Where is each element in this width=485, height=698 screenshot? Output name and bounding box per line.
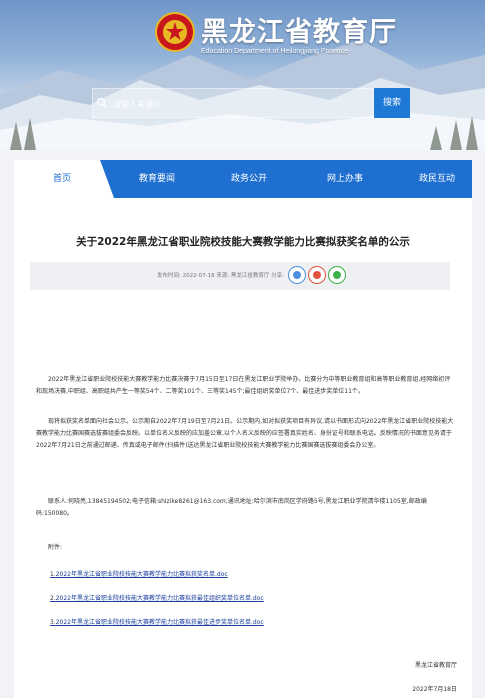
article-paragraph: 2022年黑龙江省职业院校技能大赛教学能力比赛决赛于7月15日至17日在黑龙江职… <box>36 376 451 395</box>
nav-item-gov-open[interactable]: 政务公开 <box>209 160 289 198</box>
attachment-link[interactable]: 1.2022年黑龙江省职业院校技能大赛教学能力比赛拟获奖名单.doc <box>50 569 228 578</box>
weibo-icon[interactable] <box>308 266 326 284</box>
main-nav: 首页 教育要闻 政务公开 网上办事 政民互动 <box>14 160 472 198</box>
article-paragraph: 现将拟获奖名单面向社会公示。公示期自2022年7月19日至7月21日。公示期内,… <box>36 418 454 449</box>
signature-org: 黑龙江省教育厅 <box>414 662 457 669</box>
header-banner: 黑龙江省教育厅 Education Department of Heilongj… <box>0 0 485 150</box>
search-icon <box>96 97 108 109</box>
search-box <box>92 88 374 119</box>
qq-icon[interactable] <box>288 266 306 284</box>
wechat-icon[interactable] <box>328 266 346 284</box>
nav-item-interaction[interactable]: 政民互动 <box>397 160 477 198</box>
attachment-link[interactable]: 2.2022年黑龙江省职业院校技能大赛教学能力比赛拟获最佳组织奖单位名单.doc <box>50 593 264 602</box>
nav-item-home[interactable]: 首页 <box>22 160 102 198</box>
article-paragraph: 联系人:何晓亮,13845194502;电子信箱:shizike8261@163… <box>36 498 427 517</box>
nav-item-news[interactable]: 教育要闻 <box>117 160 197 198</box>
article-meta: 发布时间: 2022-07-18 来源: 黑龙江省教育厅 分享: <box>157 273 285 279</box>
nav-item-online-service[interactable]: 网上办事 <box>305 160 385 198</box>
attachment-link[interactable]: 3.2022年黑龙江省职业院校技能大赛教学能力比赛拟获最佳进步奖单位名单.doc <box>50 617 264 626</box>
signature-date: 2022年7月18日 <box>412 686 457 693</box>
attachment-name: 2022年黑龙江省职业院校技能大赛教学能力比赛拟获最佳进步奖单位名单.doc <box>55 619 264 626</box>
search-input[interactable] <box>111 89 370 119</box>
site-subtitle: Education Department of Heilongjiang Pro… <box>201 48 349 55</box>
search-button[interactable]: 搜索 <box>374 88 410 118</box>
attachment-name: 2022年黑龙江省职业院校技能大赛教学能力比赛拟获最佳组织奖单位名单.doc <box>55 595 264 602</box>
national-emblem-icon <box>155 12 195 52</box>
site-title: 黑龙江省教育厅 <box>201 17 397 48</box>
attachments-label: 附件: <box>48 544 63 551</box>
attachment-name: 2022年黑龙江省职业院校技能大赛教学能力比赛拟获奖名单.doc <box>55 571 228 578</box>
article-title: 关于2022年黑龙江省职业院校技能大赛教学能力比赛拟获奖名单的公示 <box>76 236 410 248</box>
